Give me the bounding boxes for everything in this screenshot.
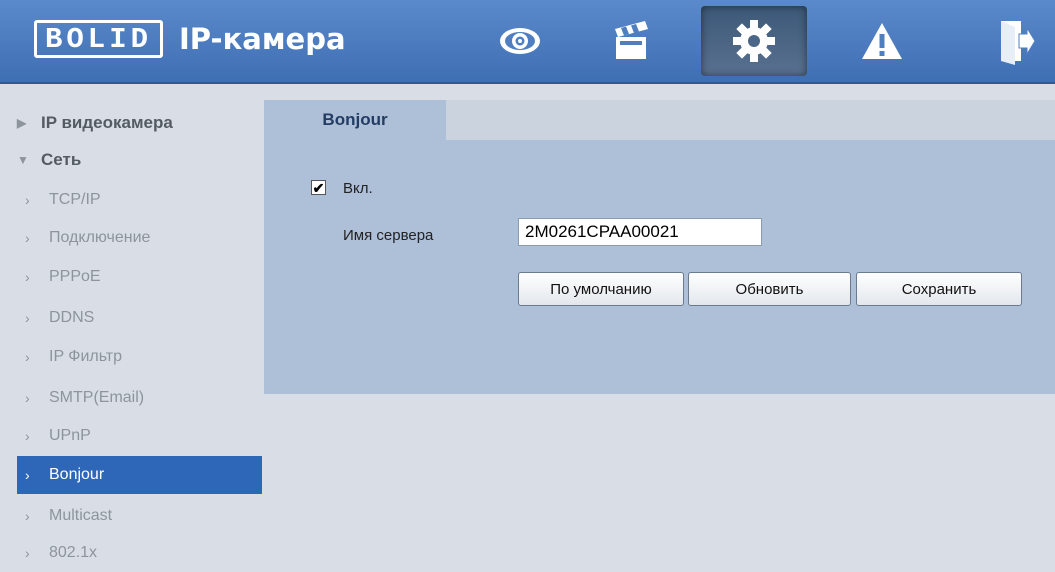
sidebar-item-label: PPPoE — [49, 268, 101, 285]
logout-icon — [1001, 21, 1035, 65]
sidebar-item-multicast[interactable]: › Multicast — [17, 497, 262, 535]
tab-bar: Bonjour — [264, 100, 1055, 140]
sidebar: ▶ IP видеокамера ▼ Сеть › TCP/IP › Подкл… — [0, 84, 262, 561]
app-title: IP-камера — [179, 22, 346, 56]
sidebar-item-label: Bonjour — [49, 466, 105, 483]
sidebar-item-ip-filter[interactable]: › IP Фильтр — [17, 338, 262, 376]
live-view-nav-button[interactable] — [467, 6, 573, 76]
sidebar-item-8021x[interactable]: › 802.1x — [17, 534, 262, 572]
brand: BOLID IP-камера — [34, 19, 346, 59]
enable-checkbox[interactable]: ✔ — [311, 180, 326, 195]
sidebar-item-connection[interactable]: › Подключение — [17, 219, 262, 257]
sidebar-item-label: DDNS — [49, 309, 95, 326]
checkmark-icon: ✔ — [312, 179, 325, 196]
sidebar-item-upnp[interactable]: › UPnP — [17, 417, 262, 455]
enable-label: Вкл. — [343, 180, 373, 197]
sidebar-item-pppoe[interactable]: › PPPoE — [17, 258, 262, 296]
warning-icon — [862, 23, 902, 59]
chevron-right-icon: › — [25, 230, 30, 246]
settings-nav-button[interactable] — [701, 6, 807, 76]
gear-icon — [733, 20, 775, 62]
chevron-right-icon: › — [25, 545, 30, 561]
server-name-label: Имя сервера — [343, 227, 434, 244]
alarm-nav-button[interactable] — [829, 6, 935, 76]
server-name-field[interactable]: 2M0261CPAA00021 — [518, 218, 762, 246]
sidebar-item-ddns[interactable]: › DDNS — [17, 299, 262, 337]
playback-nav-button[interactable] — [579, 6, 685, 76]
sidebar-item-smtp[interactable]: › SMTP(Email) — [17, 379, 262, 417]
sidebar-item-label: Multicast — [49, 507, 113, 524]
chevron-right-icon: › — [25, 192, 30, 208]
chevron-right-icon: › — [25, 508, 30, 524]
sidebar-item-label: TCP/IP — [49, 191, 101, 208]
sidebar-group-network[interactable]: ▼ Сеть — [17, 141, 262, 179]
refresh-button[interactable]: Обновить — [688, 272, 851, 306]
eye-icon — [500, 28, 540, 54]
tab-bonjour[interactable]: Bonjour — [264, 100, 446, 140]
sidebar-group-label: IP видеокамера — [41, 113, 173, 132]
chevron-right-icon: › — [25, 310, 30, 326]
sidebar-item-tcpip[interactable]: › TCP/IP — [17, 181, 262, 219]
chevron-right-icon: › — [25, 390, 30, 406]
chevron-right-icon: › — [25, 428, 30, 444]
chevron-right-icon: › — [25, 349, 30, 365]
chevron-right-icon: › — [25, 467, 30, 483]
sidebar-item-bonjour[interactable]: › Bonjour — [17, 456, 262, 494]
triangle-down-icon: ▼ — [17, 153, 29, 167]
sidebar-group-label: Сеть — [41, 150, 82, 169]
settings-panel — [264, 140, 1055, 394]
default-button[interactable]: По умолчанию — [518, 272, 684, 306]
save-button[interactable]: Сохранить — [856, 272, 1022, 306]
top-header: BOLID IP-камера — [0, 0, 1055, 84]
logo: BOLID — [34, 20, 164, 58]
logout-nav-button[interactable] — [962, 6, 1055, 76]
sidebar-item-label: SMTP(Email) — [49, 389, 145, 406]
sidebar-item-label: UPnP — [49, 427, 91, 444]
chevron-right-icon: › — [25, 269, 30, 285]
sidebar-item-label: Подключение — [49, 229, 151, 246]
clapperboard-icon — [615, 21, 648, 59]
triangle-right-icon: ▶ — [17, 116, 27, 130]
sidebar-item-label: IP Фильтр — [49, 348, 123, 365]
sidebar-group-ip-camera[interactable]: ▶ IP видеокамера — [17, 104, 262, 142]
sidebar-item-label: 802.1x — [49, 544, 98, 561]
